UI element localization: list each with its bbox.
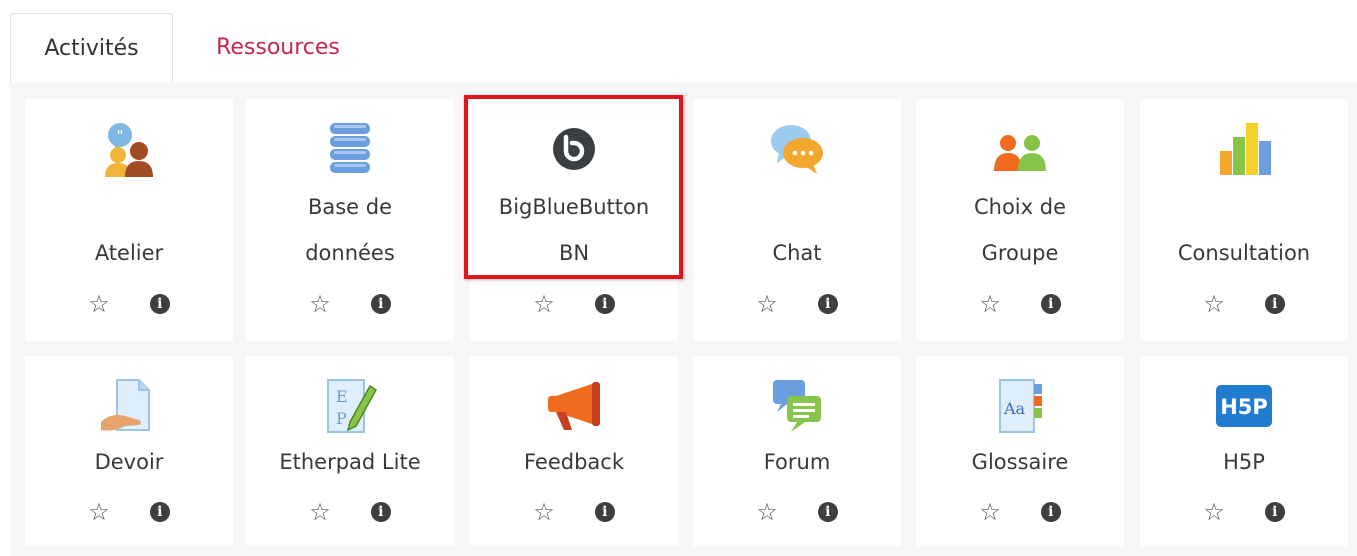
activity-actions: ☆ i bbox=[246, 289, 454, 319]
tab-activities[interactable]: Activités bbox=[10, 13, 173, 84]
activity-label: Chat bbox=[772, 241, 822, 265]
activity-label: Consultation bbox=[1177, 241, 1311, 265]
info-icon[interactable]: i bbox=[370, 294, 391, 314]
activity-panel: " Atelier ☆ i Base de données ☆ i BigBlueButt… bbox=[10, 83, 1357, 556]
activity-card-database[interactable]: Base de données ☆ i bbox=[246, 99, 454, 341]
activity-actions: ☆ i bbox=[693, 289, 901, 319]
activity-label: Forum bbox=[763, 450, 831, 474]
info-icon[interactable]: i bbox=[817, 294, 838, 314]
forum-icon bbox=[693, 378, 901, 434]
star-icon[interactable]: ☆ bbox=[533, 500, 555, 524]
h5p-icon: H5P bbox=[1140, 378, 1348, 434]
info-icon[interactable]: i bbox=[594, 294, 615, 314]
workshop-icon: " bbox=[25, 121, 233, 177]
database-icon bbox=[246, 121, 454, 177]
activity-actions: ☆ i bbox=[246, 497, 454, 527]
info-icon[interactable]: i bbox=[1264, 502, 1285, 522]
tab-resources[interactable]: Ressources bbox=[173, 13, 383, 82]
activity-actions: ☆ i bbox=[25, 289, 233, 319]
etherpad-icon: E P bbox=[246, 378, 454, 434]
activity-label: Atelier bbox=[94, 241, 164, 265]
activity-label: Groupe bbox=[981, 241, 1059, 265]
star-icon[interactable]: ☆ bbox=[88, 500, 110, 524]
activity-card-forum[interactable]: Forum ☆ i bbox=[693, 356, 901, 546]
activity-card-feedback[interactable]: Feedback ☆ i bbox=[470, 356, 678, 546]
chat-icon bbox=[693, 121, 901, 177]
activity-card-survey[interactable]: Consultation ☆ i bbox=[1140, 99, 1348, 341]
survey-icon bbox=[1140, 121, 1348, 177]
star-icon[interactable]: ☆ bbox=[309, 292, 331, 316]
group-choice-icon bbox=[916, 121, 1124, 177]
info-icon[interactable]: i bbox=[1040, 294, 1061, 314]
star-icon[interactable]: ☆ bbox=[88, 292, 110, 316]
activity-label: Base de bbox=[307, 195, 393, 219]
info-icon[interactable]: i bbox=[1264, 294, 1285, 314]
activity-actions: ☆ i bbox=[1140, 289, 1348, 319]
info-icon[interactable]: i bbox=[149, 294, 170, 314]
assignment-icon bbox=[25, 378, 233, 434]
star-icon[interactable]: ☆ bbox=[309, 500, 331, 524]
star-icon[interactable]: ☆ bbox=[1203, 500, 1225, 524]
feedback-icon bbox=[470, 378, 678, 434]
svg-text:E: E bbox=[336, 387, 348, 406]
activity-card-etherpad[interactable]: E P Etherpad Lite ☆ i bbox=[246, 356, 454, 546]
activity-card-bigbluebutton[interactable]: BigBlueButton BN ☆ i bbox=[470, 99, 678, 341]
glossary-icon: Aa bbox=[916, 378, 1124, 434]
activity-label: données bbox=[305, 241, 395, 265]
activity-card-group-choice[interactable]: Choix de Groupe ☆ i bbox=[916, 99, 1124, 341]
bigbluebutton-icon bbox=[470, 121, 678, 177]
activity-label: H5P bbox=[1223, 450, 1265, 474]
star-icon[interactable]: ☆ bbox=[1203, 292, 1225, 316]
activity-chooser-tabs: Activités Ressources bbox=[10, 13, 1357, 84]
star-icon[interactable]: ☆ bbox=[979, 292, 1001, 316]
svg-text:H5P: H5P bbox=[1220, 395, 1268, 419]
activity-label: Etherpad Lite bbox=[279, 450, 421, 474]
star-icon[interactable]: ☆ bbox=[533, 292, 555, 316]
activity-card-chat[interactable]: Chat ☆ i bbox=[693, 99, 901, 341]
star-icon[interactable]: ☆ bbox=[756, 500, 778, 524]
activity-label: Choix de bbox=[973, 195, 1066, 219]
svg-text:P: P bbox=[336, 409, 347, 428]
activity-label: Feedback bbox=[523, 450, 624, 474]
star-icon[interactable]: ☆ bbox=[756, 292, 778, 316]
svg-text:Aa: Aa bbox=[1003, 399, 1026, 418]
activity-actions: ☆ i bbox=[25, 497, 233, 527]
activity-actions: ☆ i bbox=[693, 497, 901, 527]
info-icon[interactable]: i bbox=[1040, 502, 1061, 522]
activity-card-assignment[interactable]: Devoir ☆ i bbox=[25, 356, 233, 546]
info-icon[interactable]: i bbox=[149, 502, 170, 522]
info-icon[interactable]: i bbox=[370, 502, 391, 522]
activity-label: Devoir bbox=[94, 450, 164, 474]
star-icon[interactable]: ☆ bbox=[979, 500, 1001, 524]
activity-label: Glossaire bbox=[971, 450, 1069, 474]
activity-actions: ☆ i bbox=[1140, 497, 1348, 527]
activity-label: BigBlueButton bbox=[498, 195, 650, 219]
activity-actions: ☆ i bbox=[470, 497, 678, 527]
activity-grid: " Atelier ☆ i Base de données ☆ i BigBlueButt… bbox=[10, 83, 1357, 556]
info-icon[interactable]: i bbox=[594, 502, 615, 522]
activity-card-workshop[interactable]: " Atelier ☆ i bbox=[25, 99, 233, 341]
activity-card-glossary[interactable]: Aa Glossaire ☆ i bbox=[916, 356, 1124, 546]
activity-actions: ☆ i bbox=[916, 497, 1124, 527]
activity-card-h5p[interactable]: H5P H5P ☆ i bbox=[1140, 356, 1348, 546]
svg-text:": " bbox=[117, 129, 124, 144]
activity-label: BN bbox=[558, 241, 590, 265]
activity-actions: ☆ i bbox=[470, 289, 678, 319]
activity-actions: ☆ i bbox=[916, 289, 1124, 319]
info-icon[interactable]: i bbox=[817, 502, 838, 522]
